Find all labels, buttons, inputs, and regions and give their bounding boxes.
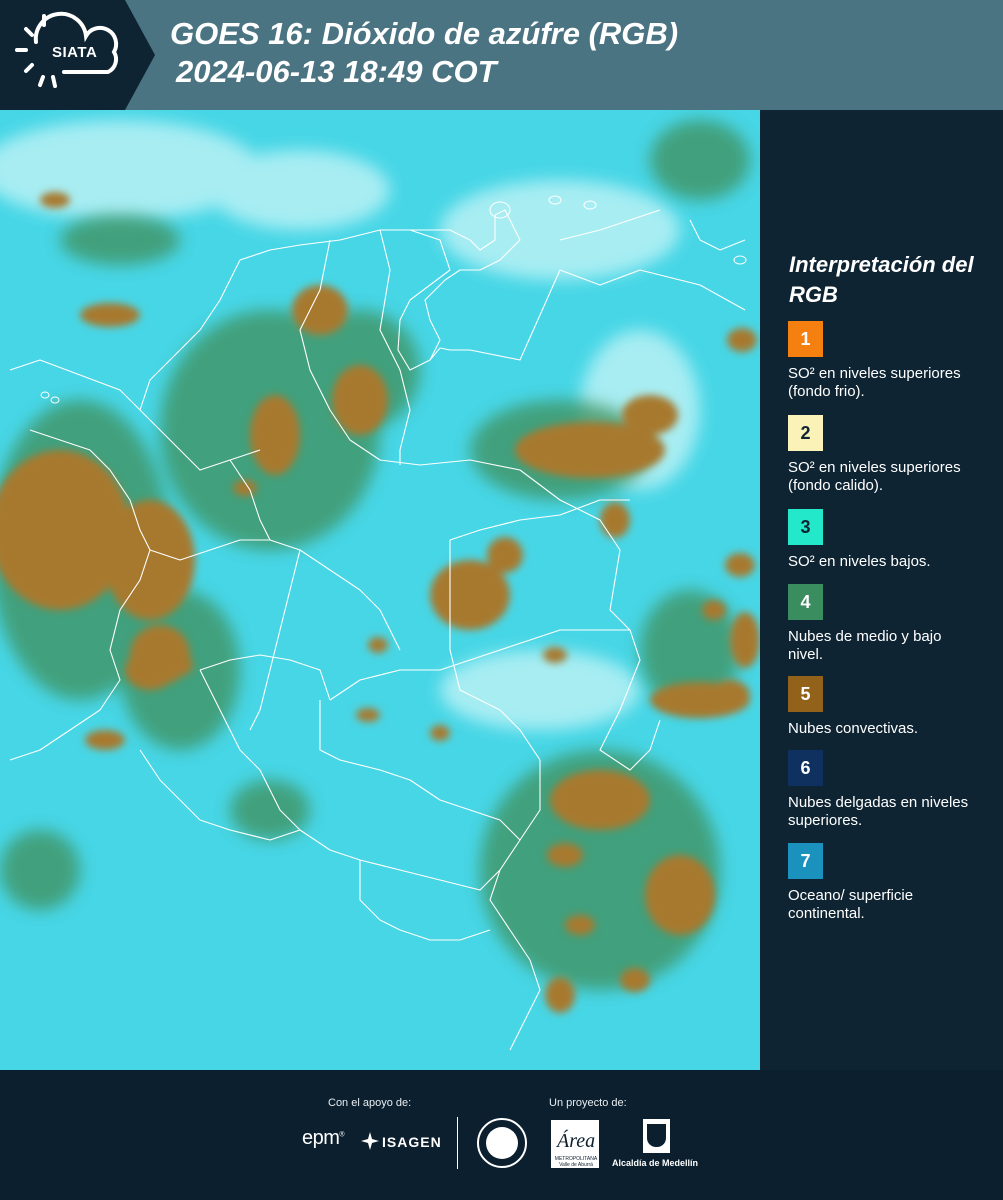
legend-swatch: 7 (788, 843, 823, 879)
legend-number: 6 (800, 757, 811, 778)
legend-item-2: 2 SO² en niveles superiores (fondo calid… (788, 415, 993, 495)
legend-label: Oceano/ superficie continental. (788, 887, 914, 922)
project-label: Un proyecto de: (549, 1097, 627, 1109)
legend-number: 7 (800, 850, 811, 871)
legend-number: 2 (800, 422, 811, 443)
legend-item-5: 5 Nubes convectivas. (788, 676, 993, 738)
legend-swatch: 5 (788, 676, 823, 712)
satellite-map[interactable] (0, 110, 760, 1070)
legend-item-7: 7 Oceano/ superficie continental. (788, 843, 993, 923)
support-label: Con el apoyo de: (328, 1097, 412, 1109)
page-timestamp: 2024-06-13 18:49 COT (176, 54, 497, 89)
legend-swatch: 6 (788, 750, 823, 786)
legend-swatch: 4 (788, 584, 823, 620)
legend-label: SO² en niveles bajos. (788, 553, 931, 570)
medellin-seal-logo[interactable] (477, 1118, 527, 1168)
footer-bar: Con el apoyo de: Un proyecto de: epm® IS… (0, 1070, 1003, 1200)
legend-label: SO² en niveles superiores (fondo calido)… (788, 459, 961, 494)
isagen-logo[interactable]: ISAGEN (382, 1134, 442, 1150)
legend-number: 3 (800, 516, 811, 537)
legend-swatch: 1 (788, 321, 823, 357)
legend-number: 5 (800, 683, 811, 704)
shield-icon (643, 1119, 670, 1153)
epm-logo-text: epm (302, 1127, 340, 1149)
area-metropolitana-logo[interactable]: Área METROPOLITANA Valle de Aburrá (551, 1120, 599, 1168)
legend-swatch: 3 (788, 509, 823, 545)
siata-logo-text: SIATA (52, 44, 98, 61)
legend-item-4: 4 Nubes de medio y bajo nivel. (788, 584, 993, 664)
legend-swatch: 2 (788, 415, 823, 451)
header-bar: SIATA GOES 16: Dióxido de azúfre (RGB) 2… (0, 0, 1003, 110)
legend-panel: Interpretación del RGB 1 SO² en niveles … (760, 110, 1003, 1070)
isagen-star-icon (361, 1132, 379, 1150)
area-logo-text: Área (557, 1130, 596, 1152)
map-canvas (0, 110, 760, 1070)
legend-title: Interpretación del RGB (789, 252, 974, 307)
area-logo-caption: METROPOLITANA Valle de Aburrá (554, 1156, 598, 1168)
legend-item-1: 1 SO² en niveles superiores (fondo frio)… (788, 321, 993, 401)
page-title: GOES 16: Dióxido de azúfre (RGB) (170, 16, 679, 51)
legend-number: 1 (800, 328, 811, 349)
alcaldia-logo[interactable]: Alcaldía de Medellín (612, 1158, 698, 1168)
legend-label: Nubes de medio y bajo nivel. (788, 628, 942, 663)
legend-item-6: 6 Nubes delgadas en niveles superiores. (788, 750, 993, 830)
legend-number: 4 (800, 591, 811, 612)
footer-divider (457, 1117, 458, 1169)
legend-label: SO² en niveles superiores (fondo frio). (788, 365, 961, 400)
epm-logo[interactable]: epm® (302, 1127, 345, 1150)
legend-item-3: 3 SO² en niveles bajos. (788, 509, 993, 571)
legend-label: Nubes convectivas. (788, 720, 919, 737)
legend-label: Nubes delgadas en niveles superiores. (788, 794, 969, 829)
seal-icon (486, 1127, 518, 1159)
